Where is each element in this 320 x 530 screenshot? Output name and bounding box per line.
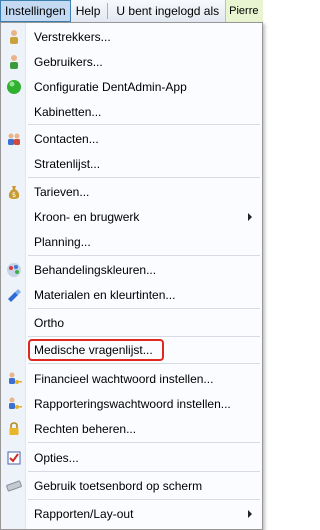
menu-item-behandelingskleuren[interactable]: Behandelingskleuren...	[1, 258, 262, 282]
menu-item-label: Kabinetten...	[34, 105, 102, 119]
menu-item-label: Planning...	[34, 235, 91, 249]
palette-icon	[7, 263, 21, 277]
menu-bar: Instellingen Help U bent ingelogd als Pi…	[0, 0, 263, 23]
menu-separator	[28, 471, 260, 472]
menu-separator	[28, 177, 260, 178]
menu-item-label: Materialen en kleurtinten...	[34, 288, 176, 302]
svg-text:$: $	[12, 191, 16, 199]
red-highlight-box	[28, 339, 164, 361]
menu-item-label: Rapporten/Lay-out	[34, 507, 134, 521]
contacts-icon	[8, 133, 20, 145]
menu-item-label: Rechten beheren...	[34, 422, 137, 436]
menu-item-rapporteringswachtwoord[interactable]: Rapporteringswachtwoord instellen...	[1, 392, 262, 416]
menu-item-financieel-wachtwoord[interactable]: Financieel wachtwoord instellen...	[1, 367, 262, 391]
menu-item-label: Tarieven...	[34, 185, 90, 199]
menu-item-stratenlijst[interactable]: Stratenlijst...	[1, 152, 262, 176]
menu-item-verstrekkers[interactable]: Verstrekkers...	[1, 25, 262, 49]
person-icon	[10, 30, 18, 44]
menu-item-label: Gebruikers...	[34, 55, 103, 69]
submenu-arrow-icon	[248, 213, 252, 221]
menu-item-label: Ortho	[34, 316, 65, 330]
menu-item-tarieven[interactable]: $ Tarieven...	[1, 180, 262, 204]
menu-separator	[28, 363, 260, 364]
user-name: Pierre	[225, 0, 263, 22]
menu-item-gebruikers[interactable]: Gebruikers...	[1, 50, 262, 74]
menu-item-rechten-beheren[interactable]: Rechten beheren...	[1, 417, 262, 441]
menu-item-label: Verstrekkers...	[34, 30, 111, 44]
keyboard-icon	[6, 480, 22, 492]
menu-separator	[107, 3, 109, 19]
submenu-arrow-icon	[248, 510, 252, 518]
menu-item-kroon-brugwerk[interactable]: Kroon- en brugwerk	[1, 205, 262, 229]
checklist-icon	[7, 451, 21, 465]
menu-separator	[28, 255, 260, 256]
menu-item-configuratie[interactable]: Configuratie DentAdmin-App	[1, 75, 262, 99]
menu-item-toetsenbord[interactable]: Gebruik toetsenbord op scherm	[1, 474, 262, 498]
menu-separator	[28, 336, 260, 337]
user-icon	[10, 55, 18, 69]
menu-item-rapporten-layout[interactable]: Rapporten/Lay-out	[1, 502, 262, 526]
menu-separator	[28, 499, 260, 500]
green-circle-icon	[7, 80, 21, 94]
menu-item-label: Stratenlijst...	[34, 157, 101, 171]
menu-instellingen[interactable]: Instellingen	[0, 0, 71, 22]
menu-item-label: Configuratie DentAdmin-App	[34, 80, 187, 94]
menu-item-opties[interactable]: Opties...	[1, 446, 262, 470]
menu-item-kabinetten[interactable]: Kabinetten...	[1, 100, 262, 124]
menu-item-label: Gebruik toetsenbord op scherm	[34, 479, 203, 493]
lock-icon	[9, 422, 19, 435]
menu-help[interactable]: Help	[71, 0, 106, 22]
menu-item-planning[interactable]: Planning...	[1, 230, 262, 254]
login-status: U bent ingelogd als	[116, 4, 220, 18]
menu-item-label: Contacten...	[34, 132, 99, 146]
menu-separator	[28, 308, 260, 309]
menu-item-label: Opties...	[34, 451, 79, 465]
key-user-icon	[9, 397, 22, 409]
menu-item-materialen[interactable]: Materialen en kleurtinten...	[1, 283, 262, 307]
menu-item-ortho[interactable]: Ortho	[1, 311, 262, 335]
menu-item-label: Financieel wachtwoord instellen...	[34, 372, 214, 386]
menu-item-contacten[interactable]: Contacten...	[1, 127, 262, 151]
money-bag-icon: $	[8, 186, 20, 199]
instellingen-dropdown: Verstrekkers... Gebruikers... Configurat…	[0, 22, 263, 530]
menu-item-label: Kroon- en brugwerk	[34, 210, 140, 224]
key-user-icon	[9, 372, 22, 384]
menu-item-label: Behandelingskleuren...	[34, 263, 157, 277]
brush-icon	[8, 289, 21, 302]
menu-separator	[28, 124, 260, 125]
menu-separator	[28, 442, 260, 443]
menu-item-label: Rapporteringswachtwoord instellen...	[34, 397, 231, 411]
